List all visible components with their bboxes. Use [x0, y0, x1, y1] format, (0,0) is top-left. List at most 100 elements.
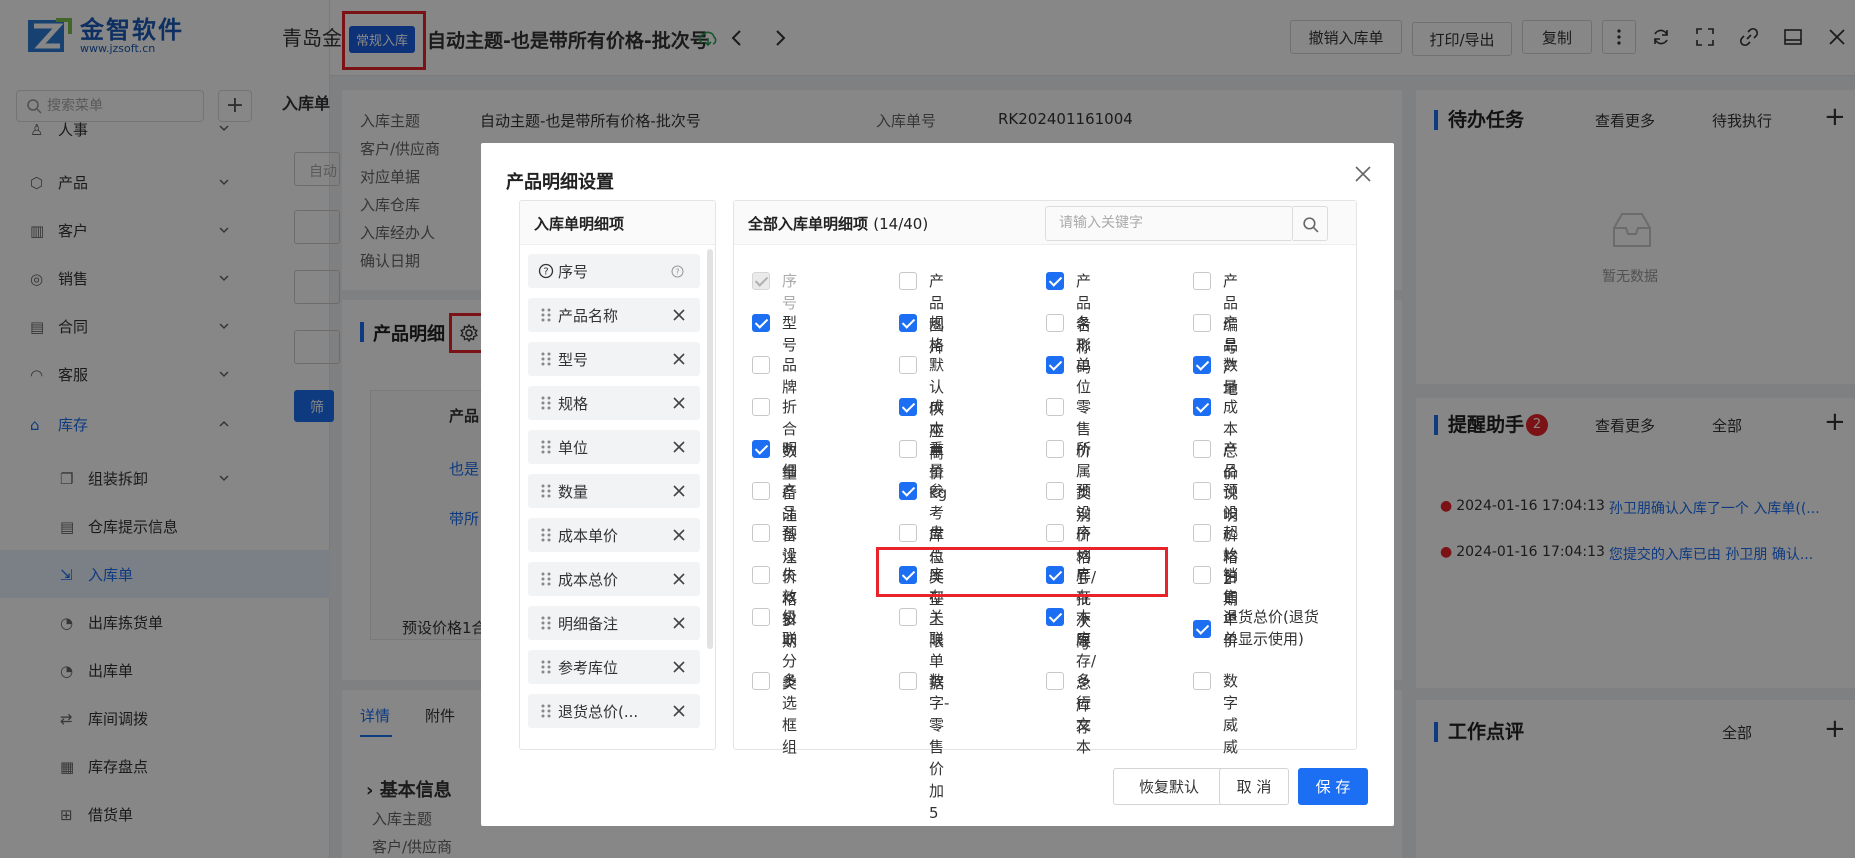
remove-icon[interactable] [672, 352, 686, 366]
checkbox[interactable] [1046, 272, 1064, 290]
selected-item[interactable]: 数量 [528, 474, 700, 508]
selected-item[interactable]: 退货总价(... [528, 694, 700, 728]
checkbox[interactable] [1193, 482, 1211, 500]
all-items-title: 全部入库单明细项 (14/40) [748, 213, 928, 234]
checkbox[interactable] [1046, 482, 1064, 500]
column-option[interactable]: 规格 [899, 312, 944, 356]
checkbox[interactable] [899, 608, 917, 626]
checkbox[interactable] [1193, 620, 1211, 638]
selected-item[interactable]: 成本总价 [528, 562, 700, 596]
save-button[interactable]: 保 存 [1298, 768, 1368, 805]
remove-icon[interactable] [672, 396, 686, 410]
scrollbar[interactable] [707, 249, 713, 649]
checkbox[interactable] [1193, 672, 1211, 690]
checkbox[interactable] [752, 440, 770, 458]
column-option[interactable]: 数字威威 [1193, 670, 1238, 758]
checkbox[interactable] [899, 314, 917, 332]
selected-item[interactable]: 产品名称 [528, 298, 700, 332]
column-option[interactable]: 数字-零售价加5 [899, 670, 949, 824]
remove-icon[interactable] [672, 704, 686, 718]
drag-handle-icon[interactable] [540, 659, 552, 675]
dialog-title: 产品明细设置 [506, 172, 614, 193]
selected-item-label: 序号 [558, 262, 589, 281]
drag-handle-icon[interactable] [540, 527, 552, 543]
drag-handle-icon[interactable] [540, 439, 552, 455]
column-option[interactable]: 退货总价(退货单显示使用) [1193, 606, 1333, 650]
checkbox[interactable] [899, 272, 917, 290]
checkbox[interactable] [899, 672, 917, 690]
selected-item-label: 产品名称 [558, 306, 619, 325]
selected-item[interactable]: 明细备注 [528, 606, 700, 640]
checkbox[interactable] [752, 482, 770, 500]
checkbox[interactable] [899, 398, 917, 416]
drag-handle-icon[interactable] [540, 571, 552, 587]
column-option[interactable]: 单位 [1046, 354, 1091, 398]
checkbox[interactable] [1046, 672, 1064, 690]
checkbox[interactable] [899, 524, 917, 542]
column-option[interactable]: 多选框组 [752, 670, 797, 758]
selected-item[interactable]: 规格 [528, 386, 700, 420]
checkbox[interactable] [1193, 314, 1211, 332]
reset-default-button[interactable]: 恢复默认 [1113, 768, 1225, 805]
column-option[interactable]: 型号 [752, 312, 797, 356]
all-items-pane [733, 200, 1357, 750]
drag-handle-icon[interactable] [540, 307, 552, 323]
selected-item[interactable]: 成本单价 [528, 518, 700, 552]
checkbox[interactable] [1193, 440, 1211, 458]
checkbox[interactable] [899, 440, 917, 458]
option-label: 型号 [782, 314, 798, 354]
checkbox[interactable] [752, 398, 770, 416]
checkbox[interactable] [1193, 524, 1211, 542]
option-label: 数字威威 [1223, 672, 1239, 756]
selected-item-label: 数量 [558, 482, 589, 501]
checkbox[interactable] [1046, 440, 1064, 458]
keyword-search-input[interactable]: 请输入关键字 [1045, 206, 1293, 241]
checkbox[interactable] [752, 672, 770, 690]
column-option[interactable]: 品牌 [752, 354, 797, 398]
checkbox[interactable] [1046, 356, 1064, 374]
checkbox[interactable] [1046, 524, 1064, 542]
checkbox[interactable] [752, 314, 770, 332]
close-icon[interactable] [1352, 163, 1374, 185]
checkbox[interactable] [1046, 608, 1064, 626]
checkbox[interactable] [752, 356, 770, 374]
remove-icon[interactable] [672, 660, 686, 674]
column-option[interactable]: 数量 [1193, 354, 1238, 398]
selected-item-locked: ? 序号 ? [528, 254, 700, 288]
drag-handle-icon[interactable] [540, 395, 552, 411]
remove-icon[interactable] [672, 484, 686, 498]
checkbox[interactable] [1193, 566, 1211, 584]
selected-item[interactable]: 参考库位 [528, 650, 700, 684]
column-option[interactable]: 多行文本 [1046, 670, 1091, 758]
drag-handle-icon[interactable] [540, 483, 552, 499]
checkbox[interactable] [752, 608, 770, 626]
checkbox[interactable] [1193, 398, 1211, 416]
keyword-search-button[interactable] [1293, 206, 1328, 241]
highlight-stock-limit-box [876, 547, 1168, 597]
selected-item-label: 退货总价(... [558, 702, 639, 721]
checkbox[interactable] [1046, 398, 1064, 416]
checkbox[interactable] [899, 356, 917, 374]
remove-icon[interactable] [672, 528, 686, 542]
drag-handle-icon[interactable] [540, 615, 552, 631]
checkbox [752, 272, 770, 290]
checkbox[interactable] [752, 524, 770, 542]
selected-item-label: 成本单价 [558, 526, 619, 545]
remove-icon[interactable] [672, 440, 686, 454]
checkbox[interactable] [1193, 272, 1211, 290]
selected-item[interactable]: 单位 [528, 430, 700, 464]
cancel-button[interactable]: 取 消 [1219, 768, 1289, 805]
drag-handle-icon[interactable] [540, 351, 552, 367]
remove-icon[interactable] [672, 308, 686, 322]
checkbox[interactable] [752, 566, 770, 584]
option-label: 单位 [1076, 356, 1092, 396]
checkbox[interactable] [1046, 314, 1064, 332]
checkbox[interactable] [899, 482, 917, 500]
selected-item-label: 明细备注 [558, 614, 619, 633]
selected-item[interactable]: 型号 [528, 342, 700, 376]
remove-icon[interactable] [672, 616, 686, 630]
remove-icon[interactable] [672, 572, 686, 586]
drag-handle-icon[interactable] [540, 703, 552, 719]
checkbox[interactable] [1193, 356, 1211, 374]
option-label: 序号 [782, 272, 798, 312]
